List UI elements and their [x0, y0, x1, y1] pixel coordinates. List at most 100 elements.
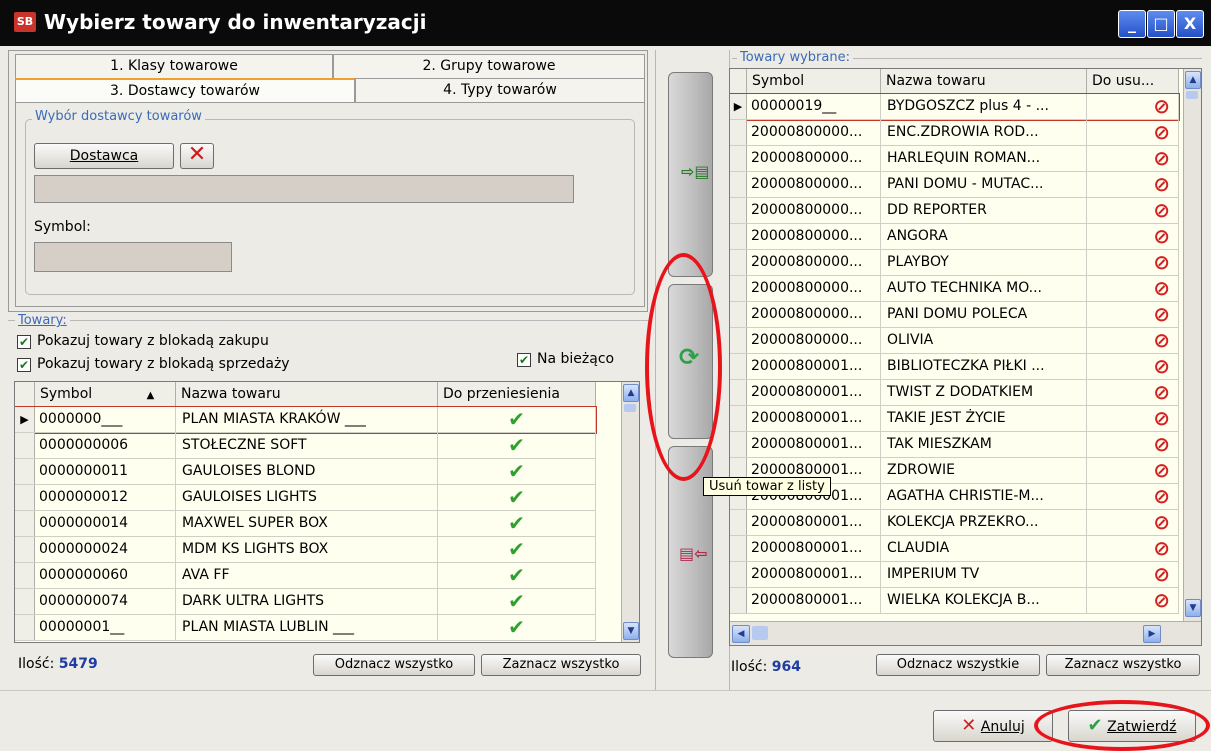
selected-table[interactable]: Symbol Nazwa towaru Do usu... ▶ 00000019_… — [729, 68, 1202, 646]
left-select-all-button[interactable]: Zaznacz wszystko — [481, 654, 641, 676]
table-row[interactable]: 20000800000... PANI DOMU - MUTAC... ⊘ — [730, 172, 1179, 198]
table-row[interactable]: 20000800001... IMPERIUM TV ⊘ — [730, 562, 1179, 588]
remove-icon[interactable]: ⊘ — [1087, 328, 1179, 353]
purchase-lock-checkbox[interactable]: ✔ — [17, 335, 31, 349]
remove-icon[interactable]: ⊘ — [1087, 536, 1179, 561]
check-icon[interactable]: ✔ — [438, 589, 596, 614]
remove-icon[interactable]: ⊘ — [1087, 510, 1179, 535]
col-transfer[interactable]: Do przeniesienia — [438, 382, 596, 407]
confirm-button[interactable]: ✔ Zatwierdź — [1068, 710, 1196, 742]
remove-icon[interactable]: ⊘ — [1087, 302, 1179, 327]
remove-icon[interactable]: ⊘ — [1087, 432, 1179, 457]
col-symbol-right[interactable]: Symbol — [747, 69, 881, 94]
remove-icon[interactable]: ⊘ — [1087, 198, 1179, 223]
remove-icon[interactable]: ⊘ — [1087, 146, 1179, 171]
selected-hscrollbar[interactable]: ◀ ▶ — [730, 621, 1201, 645]
minimize-button[interactable]: _ — [1118, 10, 1146, 38]
table-row[interactable]: 20000800001... CLAUDIA ⊘ — [730, 536, 1179, 562]
table-row[interactable]: 0000000060 AVA FF ✔ — [15, 563, 596, 589]
remove-icon[interactable]: ⊘ — [1087, 224, 1179, 249]
remove-icon[interactable]: ⊘ — [1087, 276, 1179, 301]
check-icon[interactable]: ✔ — [438, 433, 596, 458]
table-row[interactable]: 0000000024 MDM KS LIGHTS BOX ✔ — [15, 537, 596, 563]
table-row[interactable]: ▶ 00000019__ BYDGOSZCZ plus 4 - ... ⊘ — [730, 93, 1180, 121]
remove-icon[interactable]: ⊘ — [1087, 120, 1179, 145]
close-button[interactable]: X — [1176, 10, 1204, 38]
remove-icon[interactable]: ⊘ — [1087, 354, 1179, 379]
table-row[interactable]: 20000800000... DD REPORTER ⊘ — [730, 198, 1179, 224]
table-row[interactable]: 0000000011 GAULOISES BLOND ✔ — [15, 459, 596, 485]
col-name[interactable]: Nazwa towaru — [176, 382, 438, 407]
check-icon[interactable]: ✔ — [438, 615, 596, 640]
selected-vscrollbar[interactable]: ▲ ▼ — [1183, 69, 1201, 621]
check-icon[interactable]: ✔ — [438, 459, 596, 484]
scroll-left-icon[interactable]: ◀ — [732, 625, 750, 643]
title-bar[interactable]: SB Wybierz towary do inwentaryzacji _ □ … — [0, 0, 1211, 46]
remove-icon[interactable]: ⊘ — [1087, 588, 1179, 613]
col-remove[interactable]: Do usu... — [1087, 69, 1179, 94]
refresh-button[interactable]: ⟳ — [668, 284, 713, 439]
scroll-down-icon[interactable]: ▼ — [623, 622, 639, 640]
table-row[interactable]: 20000800000... OLIVIA ⊘ — [730, 328, 1179, 354]
col-name-right[interactable]: Nazwa towaru — [881, 69, 1087, 94]
table-row[interactable]: 20000800000... PANI DOMU POLECA ⊘ — [730, 302, 1179, 328]
table-row[interactable]: 20000800001... BIBLIOTECZKA PIŁKI ... ⊘ — [730, 354, 1179, 380]
scroll-up-icon[interactable]: ▲ — [623, 384, 639, 402]
table-row[interactable]: 0000000006 STOŁECZNE SOFT ✔ — [15, 433, 596, 459]
col-symbol[interactable]: Symbol ▲ — [35, 382, 176, 407]
check-icon[interactable]: ✔ — [438, 537, 596, 562]
remove-icon[interactable]: ⊘ — [1087, 484, 1179, 509]
scroll-up-icon[interactable]: ▲ — [1185, 71, 1201, 89]
table-row[interactable]: ▶ 0000000___ PLAN MIASTA KRAKÓW ___ ✔ — [15, 406, 597, 434]
remove-icon[interactable]: ⊘ — [1087, 406, 1179, 431]
add-to-list-button[interactable]: ⇨▤ — [668, 72, 713, 277]
table-row[interactable]: 20000800000... AUTO TECHNIKA MO... ⊘ — [730, 276, 1179, 302]
table-row[interactable]: 0000000012 GAULOISES LIGHTS ✔ — [15, 485, 596, 511]
table-row[interactable]: 20000800001... TAK MIESZKAM ⊘ — [730, 432, 1179, 458]
table-row[interactable]: 20000800000... HARLEQUIN ROMAN... ⊘ — [730, 146, 1179, 172]
scroll-thumb[interactable] — [1186, 91, 1198, 99]
maximize-button[interactable]: □ — [1147, 10, 1175, 38]
check-icon[interactable]: ✔ — [438, 407, 596, 432]
tab-dostawcy[interactable]: 3. Dostawcy towarów — [15, 78, 355, 102]
scroll-thumb[interactable] — [624, 404, 636, 412]
scroll-right-icon[interactable]: ▶ — [1143, 625, 1161, 643]
supplier-button[interactable]: Dostawca — [34, 143, 174, 169]
check-icon[interactable]: ✔ — [438, 563, 596, 588]
hscroll-thumb[interactable] — [752, 626, 768, 640]
table-row[interactable]: 0000000014 MAXWEL SUPER BOX ✔ — [15, 511, 596, 537]
check-icon[interactable]: ✔ — [438, 485, 596, 510]
remove-icon[interactable]: ⊘ — [1087, 380, 1179, 405]
check-icon[interactable]: ✔ — [438, 511, 596, 536]
table-row[interactable]: 20000800000... ENC.ZDROWIA ROD... ⊘ — [730, 120, 1179, 146]
cell-name: MAXWEL SUPER BOX — [176, 511, 438, 536]
table-row[interactable]: 20000800001... KOLEKCJA PRZEKRO... ⊘ — [730, 510, 1179, 536]
supplier-name-field[interactable] — [34, 175, 574, 203]
right-deselect-all-button[interactable]: Odznacz wszystkie — [876, 654, 1040, 676]
right-select-all-button[interactable]: Zaznacz wszystko — [1046, 654, 1200, 676]
tab-typy[interactable]: 4. Typy towarów — [355, 78, 645, 102]
remove-icon[interactable]: ⊘ — [1087, 94, 1179, 119]
remove-icon[interactable]: ⊘ — [1087, 172, 1179, 197]
live-checkbox[interactable]: ✔ — [517, 353, 531, 367]
table-row[interactable]: 20000800000... PLAYBOY ⊘ — [730, 250, 1179, 276]
table-row[interactable]: 20000800001... WIELKA KOLEKCJA B... ⊘ — [730, 588, 1179, 614]
cancel-button[interactable]: ✕ Anuluj — [933, 710, 1053, 742]
symbol-field[interactable] — [34, 242, 232, 272]
tab-klasy[interactable]: 1. Klasy towarowe — [15, 54, 333, 78]
scroll-down-icon[interactable]: ▼ — [1185, 599, 1201, 617]
tab-grupy[interactable]: 2. Grupy towarowe — [333, 54, 645, 78]
table-row[interactable]: 00000001__ PLAN MIASTA LUBLIN ___ ✔ — [15, 615, 596, 641]
clear-supplier-icon[interactable]: ✕ — [180, 143, 214, 169]
table-row[interactable]: 20000800001... TWIST Z DODATKIEM ⊘ — [730, 380, 1179, 406]
table-row[interactable]: 20000800000... ANGORA ⊘ — [730, 224, 1179, 250]
sale-lock-checkbox[interactable]: ✔ — [17, 358, 31, 372]
remove-icon[interactable]: ⊘ — [1087, 458, 1179, 483]
table-row[interactable]: 0000000074 DARK ULTRA LIGHTS ✔ — [15, 589, 596, 615]
remove-icon[interactable]: ⊘ — [1087, 562, 1179, 587]
products-table[interactable]: Symbol ▲ Nazwa towaru Do przeniesienia ▶… — [14, 381, 640, 643]
products-scrollbar[interactable]: ▲ ▼ — [621, 382, 639, 642]
remove-icon[interactable]: ⊘ — [1087, 250, 1179, 275]
table-row[interactable]: 20000800001... TAKIE JEST ŻYCIE ⊘ — [730, 406, 1179, 432]
left-deselect-all-button[interactable]: Odznacz wszystko — [313, 654, 475, 676]
